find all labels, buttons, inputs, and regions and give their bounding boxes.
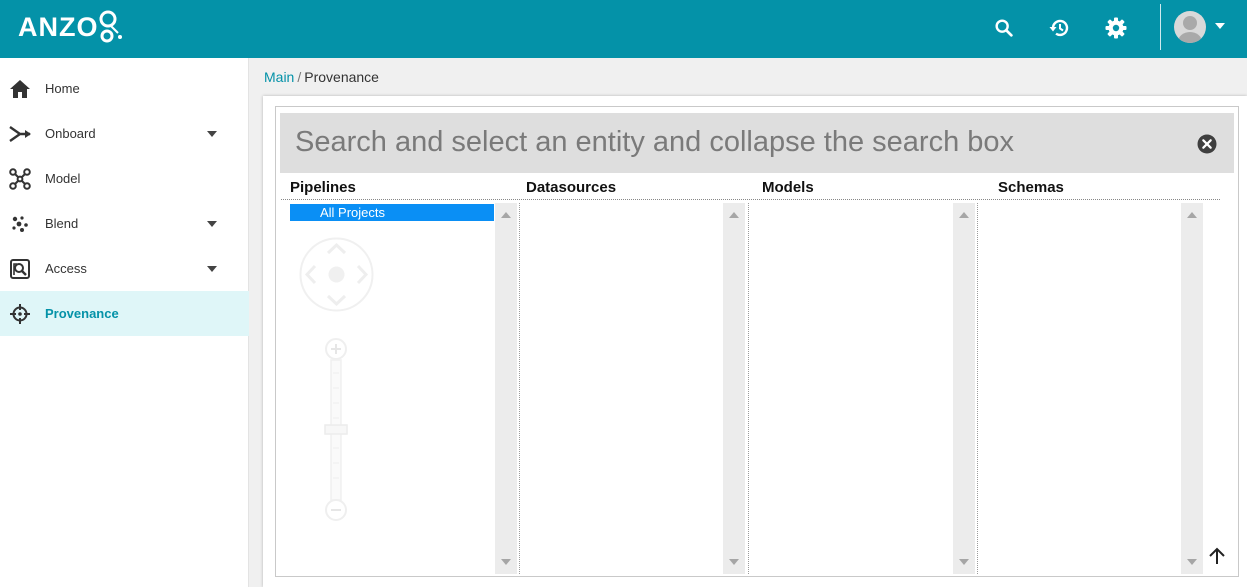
gear-icon[interactable] [1101, 13, 1131, 43]
schemas-scrollbar[interactable] [1181, 203, 1203, 574]
sidebar-item-label: Home [45, 81, 80, 96]
home-icon [8, 77, 32, 101]
column-divider [977, 203, 978, 574]
arrow-up-icon[interactable] [1207, 546, 1227, 566]
sidebar-item-label: Onboard [45, 126, 96, 141]
breadcrumb-main-link[interactable]: Main [264, 69, 294, 85]
anzo-logo[interactable]: ANZO [18, 9, 128, 45]
chevron-down-icon[interactable] [206, 220, 218, 228]
schemas-list[interactable] [980, 203, 1180, 574]
breadcrumb: Main / Provenance [264, 69, 379, 85]
column-header-datasources: Datasources [526, 179, 617, 196]
scroll-down-icon[interactable] [729, 559, 739, 565]
search-input[interactable]: Search and select an entity and collapse… [295, 126, 1014, 159]
sidebar-item-label: Blend [45, 216, 79, 231]
breadcrumb-separator: / [297, 69, 302, 85]
datasources-list[interactable] [522, 203, 722, 574]
scroll-down-icon[interactable] [1187, 559, 1197, 565]
zoom-control[interactable] [322, 338, 350, 522]
sidebar-item-label: Access [45, 261, 87, 276]
column-divider [748, 203, 749, 574]
pipelines-scrollbar[interactable] [495, 203, 517, 574]
blend-icon [8, 212, 32, 236]
column-divider [519, 203, 520, 574]
sidebar-item-model[interactable]: Model [0, 156, 249, 201]
scroll-up-icon[interactable] [729, 212, 739, 218]
sidebar-item-onboard[interactable]: Onboard [0, 111, 249, 156]
column-header-models: Models [762, 179, 814, 196]
sidebar-item-label: Provenance [45, 306, 119, 321]
crosshair-icon [8, 302, 32, 326]
top-bar: ANZO [0, 0, 1247, 58]
sidebar-item-blend[interactable]: Blend [0, 201, 249, 246]
toolbar-divider [1160, 4, 1161, 50]
clear-search-icon[interactable] [1197, 134, 1217, 154]
list-item[interactable]: All Projects [290, 204, 494, 221]
entity-search-bar[interactable]: Search and select an entity and collapse… [280, 113, 1234, 173]
scroll-down-icon[interactable] [501, 559, 511, 565]
scroll-up-icon[interactable] [959, 212, 969, 218]
chevron-down-icon[interactable] [206, 130, 218, 138]
access-icon [8, 257, 32, 281]
sidebar-item-access[interactable]: Access [0, 246, 249, 291]
chevron-down-icon[interactable] [206, 265, 218, 273]
breadcrumb-current: Provenance [304, 69, 379, 85]
header-divider [281, 199, 1220, 200]
scroll-up-icon[interactable] [501, 212, 511, 218]
models-scrollbar[interactable] [953, 203, 975, 574]
history-icon[interactable] [1045, 13, 1075, 43]
pan-control[interactable] [299, 237, 374, 312]
scroll-up-icon[interactable] [1187, 212, 1197, 218]
models-list[interactable] [751, 203, 951, 574]
model-icon [8, 167, 32, 191]
caret-down-icon[interactable] [1214, 22, 1226, 30]
sidebar-item-provenance[interactable]: Provenance [0, 291, 249, 336]
search-icon[interactable] [989, 13, 1019, 43]
sidebar: Home Onboard Model Blend Access Provenan… [0, 58, 249, 587]
sidebar-item-home[interactable]: Home [0, 66, 249, 111]
avatar[interactable] [1174, 11, 1206, 43]
sidebar-item-label: Model [45, 171, 81, 186]
scroll-down-icon[interactable] [959, 559, 969, 565]
datasources-scrollbar[interactable] [723, 203, 745, 574]
onboard-icon [8, 122, 32, 146]
column-header-pipelines: Pipelines [290, 179, 356, 196]
avatar-icon [1178, 16, 1202, 43]
logo-mark-icon [99, 10, 122, 43]
column-header-schemas: Schemas [998, 179, 1064, 196]
